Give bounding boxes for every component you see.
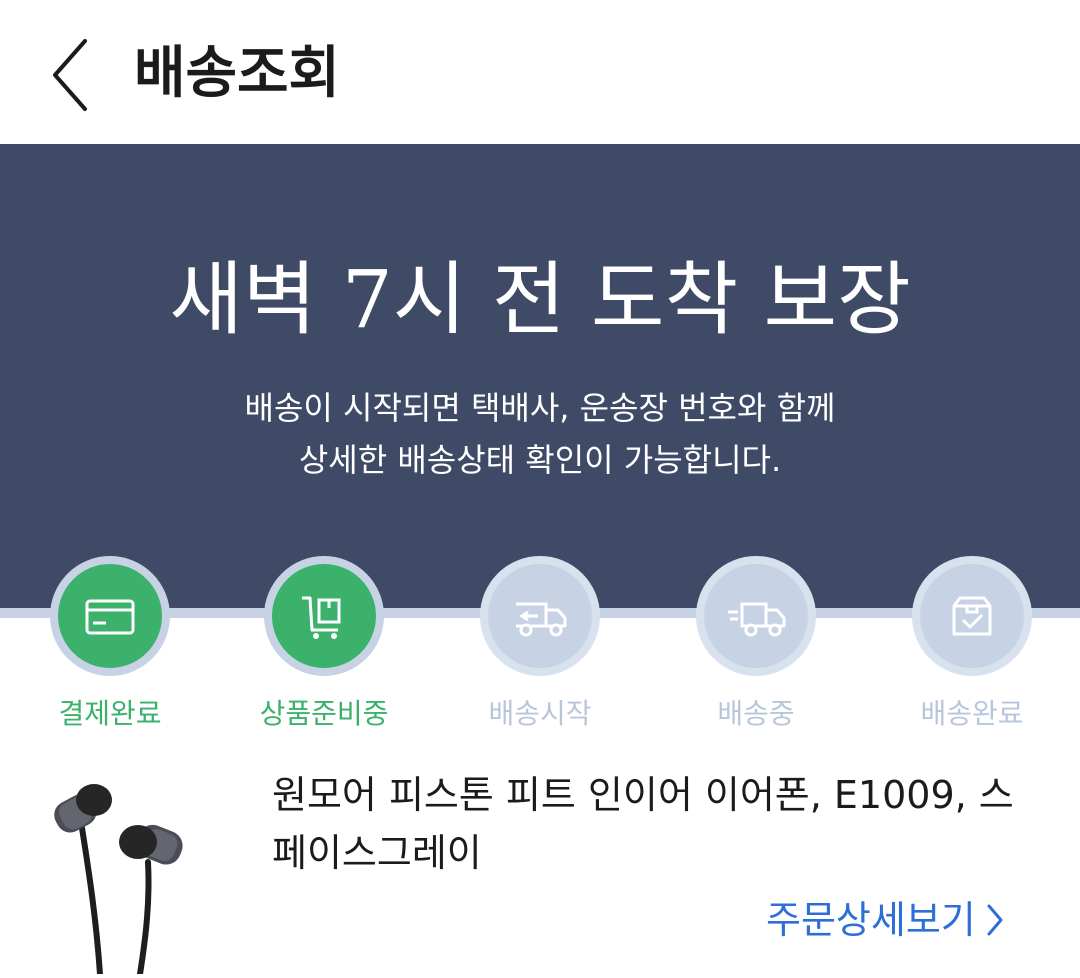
step-circle (696, 556, 816, 676)
product-card: 원모어 피스톤 피트 인이어 이어폰, E1009, 스페이스그레이 주문상세보… (0, 760, 1080, 977)
step-payment-complete: 결제완료 (0, 556, 220, 746)
step-preparing: 상품준비중 (214, 556, 434, 746)
page-title: 배송조회 (134, 41, 341, 106)
chevron-right-icon (986, 903, 1004, 937)
cart-box-icon (302, 596, 341, 639)
step-label: 배송중 (717, 697, 795, 730)
banner-description: 배송이 시작되면 택배사, 운송장 번호와 함께 상세한 배송상태 확인이 가능… (0, 382, 1080, 486)
step-circle (50, 556, 170, 676)
chevron-left-icon (53, 39, 87, 111)
truck-moving-icon (728, 602, 786, 637)
step-delivered: 배송완료 (862, 556, 1080, 746)
box-check-icon (952, 596, 992, 636)
step-in-transit: 배송중 (646, 556, 866, 746)
earphones-image (54, 784, 183, 977)
step-shipping-started: 배송시작 (430, 556, 650, 746)
banner-description-line: 배송이 시작되면 택배사, 운송장 번호와 함께 (244, 389, 836, 427)
step-circle (912, 556, 1032, 676)
banner-description-line: 상세한 배송상태 확인이 가능합니다. (298, 441, 782, 479)
credit-card-icon (85, 599, 135, 635)
step-label: 배송완료 (920, 697, 1024, 730)
product-name[interactable]: 원모어 피스톤 피트 인이어 이어폰, E1009, 스페이스그레이 (272, 766, 1042, 882)
step-label: 결제완료 (58, 697, 162, 730)
step-label: 상품준비중 (259, 697, 389, 730)
banner-title: 새벽 7시 전 도착 보장 (169, 253, 911, 346)
step-circle (480, 556, 600, 676)
step-circle (264, 556, 384, 676)
promo-banner (0, 144, 1080, 611)
product-image[interactable] (38, 776, 208, 977)
order-detail-link[interactable]: 주문상세보기 (766, 894, 1004, 946)
truck-start-icon (516, 602, 567, 637)
top-app-bar: 배송조회 (0, 0, 1080, 144)
step-label: 배송시작 (488, 697, 592, 730)
order-detail-label: 주문상세보기 (766, 898, 976, 942)
back-button[interactable] (30, 30, 110, 120)
